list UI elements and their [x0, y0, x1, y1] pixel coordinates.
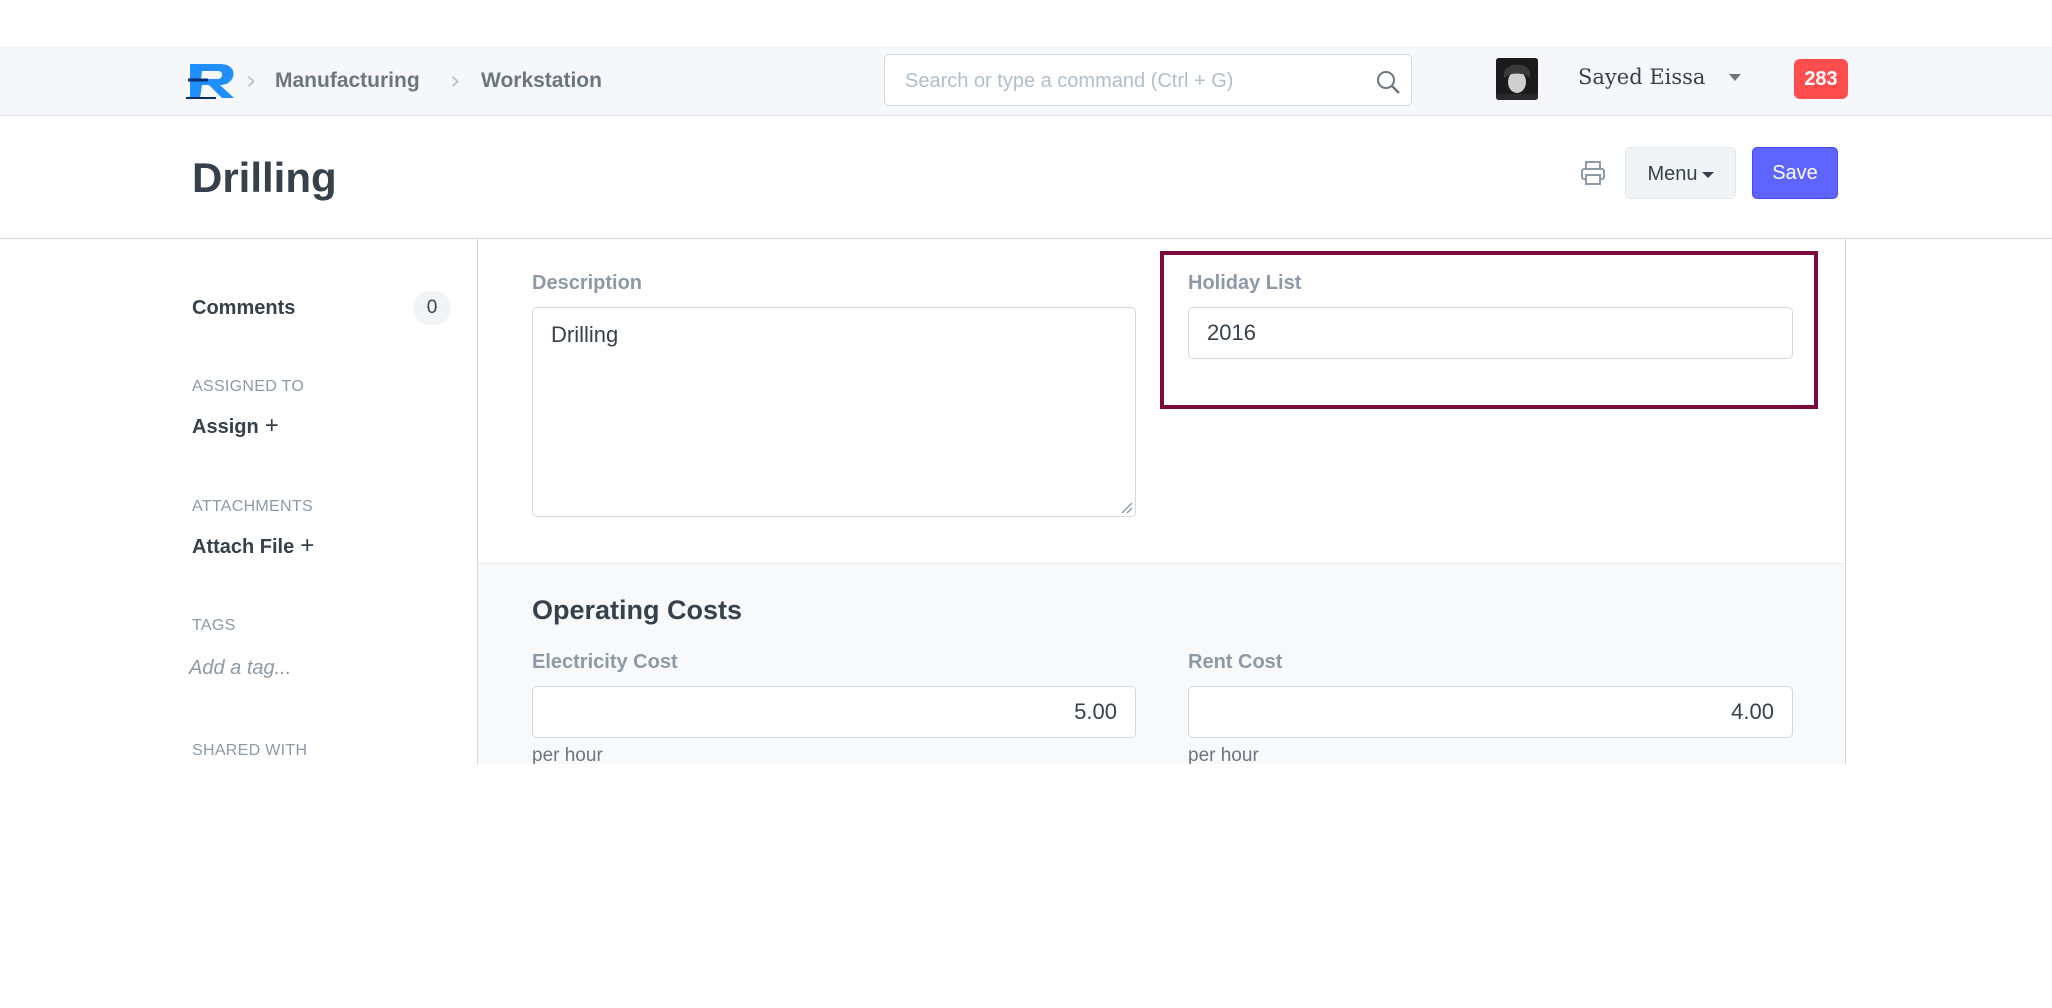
plus-icon: + — [264, 412, 279, 439]
menu-button[interactable]: Menu — [1625, 147, 1736, 199]
app-logo[interactable] — [186, 60, 240, 100]
save-button[interactable]: Save — [1752, 147, 1838, 199]
assign-label: Assign — [192, 416, 259, 438]
menu-button-label: Menu — [1647, 163, 1698, 185]
chevron-down-icon[interactable] — [1728, 70, 1742, 84]
add-tag-input[interactable]: Add a tag... — [189, 654, 291, 682]
tags-heading: TAGS — [192, 617, 236, 634]
holiday-list-highlight-box — [1160, 251, 1818, 409]
description-textarea[interactable]: Drilling — [532, 307, 1136, 517]
print-icon[interactable] — [1578, 158, 1608, 188]
rent-cost-label: Rent Cost — [1188, 651, 1283, 673]
resize-handle-icon[interactable] — [1119, 500, 1133, 514]
form-border — [1845, 238, 1846, 764]
sidebar-comments-link[interactable]: Comments — [192, 294, 295, 322]
header-divider — [0, 238, 2052, 239]
notification-badge[interactable]: 283 — [1794, 59, 1848, 99]
attach-file-button[interactable]: Attach File + — [192, 532, 314, 561]
search-placeholder: Search or type a command (Ctrl + G) — [905, 70, 1234, 92]
shared-with-heading: SHARED WITH — [192, 742, 308, 759]
operating-costs-title: Operating Costs — [532, 595, 743, 625]
page-title: Drilling — [192, 154, 337, 201]
description-value: Drilling — [551, 322, 619, 347]
assigned-to-heading: ASSIGNED TO — [192, 378, 305, 395]
blank-area — [0, 764, 2052, 1008]
avatar[interactable] — [1496, 58, 1538, 100]
breadcrumb-manufacturing[interactable]: Manufacturing — [275, 66, 420, 96]
search-icon[interactable] — [1375, 69, 1401, 95]
user-name[interactable]: Sayed Eissa — [1578, 62, 1705, 92]
comments-count-badge: 0 — [413, 291, 451, 325]
attach-file-label: Attach File — [192, 536, 295, 558]
user-photo-icon — [1496, 58, 1538, 100]
breadcrumb-separator-icon: › — [450, 66, 461, 96]
breadcrumb-separator-icon: › — [246, 66, 257, 96]
breadcrumb-workstation[interactable]: Workstation — [481, 66, 602, 96]
rent-cost-input[interactable]: 4.00 — [1188, 686, 1793, 738]
electricity-cost-label: Electricity Cost — [532, 651, 678, 673]
top-navbar: › Manufacturing › Workstation Search or … — [0, 46, 2052, 116]
electricity-cost-input[interactable]: 5.00 — [532, 686, 1136, 738]
search-input[interactable]: Search or type a command (Ctrl + G) — [884, 54, 1412, 106]
plus-icon: + — [300, 532, 315, 559]
caret-down-icon — [1701, 171, 1714, 178]
description-label: Description — [532, 272, 643, 294]
attachments-heading: ATTACHMENTS — [192, 498, 313, 515]
assign-button[interactable]: Assign + — [192, 412, 279, 441]
